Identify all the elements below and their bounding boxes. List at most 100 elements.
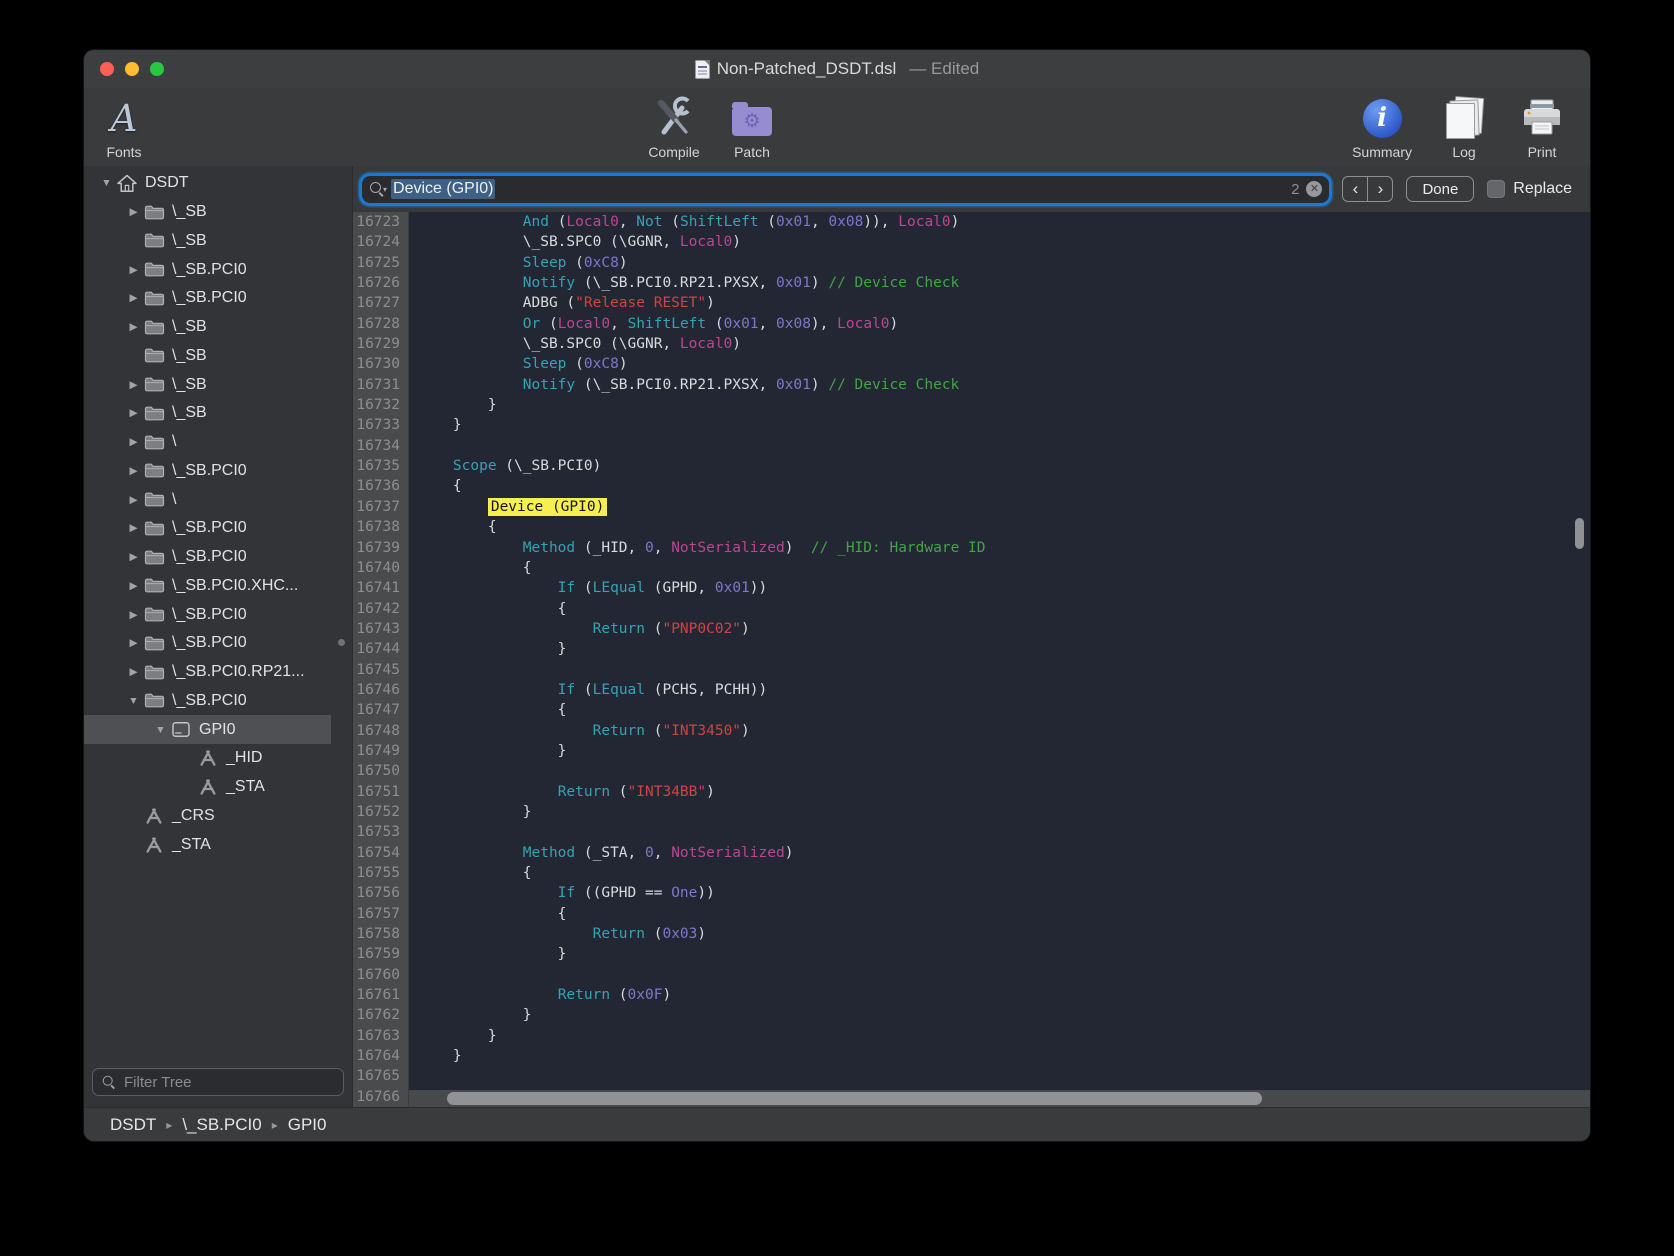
fonts-button[interactable]: A Fonts [98, 94, 150, 160]
split-divider-handle[interactable] [338, 639, 345, 646]
horizontal-scrollbar-thumb[interactable] [447, 1092, 1262, 1105]
disclosure-triangle-icon[interactable]: ▶ [124, 666, 143, 678]
close-window-button[interactable] [100, 62, 114, 76]
tree-item-gpi0[interactable]: ▼ GPI0 [84, 715, 331, 744]
breadcrumb-item[interactable]: \_SB.PCI0 [182, 1115, 261, 1135]
code-line: 16752 } [353, 802, 1590, 822]
code-line: 16746 If (LEqual (PCHS, PCHH)) [353, 680, 1590, 700]
line-number: 16746 [353, 680, 409, 700]
tree-item-crs[interactable]: _CRS [84, 802, 331, 831]
tree-item-sbpci0[interactable]: ▶ \_SB.PCI0 [84, 284, 331, 313]
tree-item-sb[interactable]: ▶ \_SB [84, 198, 331, 227]
code-line-text: } [409, 415, 462, 435]
title-bar[interactable]: Non-Patched_DSDT.dsl — Edited [84, 50, 1590, 88]
line-number: 16751 [353, 782, 409, 802]
tree-item-sb[interactable]: ▶ \_SB [84, 370, 331, 399]
disclosure-triangle-icon[interactable]: ▼ [151, 724, 170, 736]
code-line-text: { [409, 863, 532, 883]
horizontal-scrollbar-track[interactable] [409, 1090, 1590, 1107]
find-next-button[interactable]: › [1368, 177, 1392, 201]
summary-button[interactable]: i Summary [1352, 94, 1412, 160]
tree-item-sbpci0xhc[interactable]: ▶ \_SB.PCI0.XHC... [84, 572, 331, 601]
tree-item-sbpci0[interactable]: ▶ \_SB.PCI0 [84, 255, 331, 284]
code-line-text: Notify (\_SB.PCI0.RP21.PXSX, 0x01) // De… [409, 273, 959, 293]
code-line: 16745 [353, 660, 1590, 680]
code-line-text [409, 660, 418, 680]
replace-checkbox[interactable] [1487, 180, 1505, 198]
disclosure-triangle-icon[interactable]: ▶ [124, 292, 143, 304]
tree-item-sb[interactable]: ▶ \_SB [84, 313, 331, 342]
zoom-window-button[interactable] [150, 62, 164, 76]
print-button[interactable]: Print [1516, 94, 1568, 160]
folder-icon [143, 231, 165, 251]
line-number: 16739 [353, 538, 409, 558]
clear-search-button[interactable]: ✕ [1306, 181, 1322, 197]
breadcrumb-item[interactable]: GPI0 [288, 1115, 327, 1135]
patch-button[interactable]: ⚙ Patch [726, 94, 778, 160]
disclosure-triangle-icon[interactable]: ▶ [124, 551, 143, 563]
done-button[interactable]: Done [1406, 176, 1474, 202]
vertical-scrollbar-thumb[interactable] [1575, 518, 1584, 549]
document-proxy-icon[interactable] [695, 60, 710, 79]
breadcrumb-item[interactable]: DSDT [110, 1115, 156, 1135]
disclosure-triangle-icon[interactable]: ▶ [124, 637, 143, 649]
tree-item-sbpci0[interactable]: ▶ \_SB.PCI0 [84, 514, 331, 543]
line-number: 16761 [353, 985, 409, 1005]
line-number: 16747 [353, 700, 409, 720]
tree-item-sb[interactable]: \_SB [84, 227, 331, 256]
tree-item-label: \ [172, 491, 176, 509]
tree-item-sta[interactable]: _STA [84, 830, 331, 859]
tree-item-sta[interactable]: _STA [84, 773, 331, 802]
disclosure-triangle-icon[interactable]: ▶ [124, 321, 143, 333]
folder-icon [143, 662, 165, 682]
disclosure-triangle-icon[interactable]: ▶ [124, 580, 143, 592]
disclosure-triangle-icon[interactable]: ▶ [124, 522, 143, 534]
tree-item-[interactable]: ▶ \ [84, 485, 331, 514]
tree-item-label: \_SB [172, 232, 207, 250]
code-line-text: If (LEqual (GPHD, 0x01)) [409, 578, 767, 598]
disclosure-triangle-icon[interactable]: ▶ [124, 379, 143, 391]
search-magnifier-icon [369, 181, 386, 198]
line-number: 16740 [353, 558, 409, 578]
tree-item-sb[interactable]: \_SB [84, 342, 331, 371]
line-number: 16753 [353, 822, 409, 842]
tree-item-sbpci0[interactable]: ▼ \_SB.PCI0 [84, 687, 331, 716]
tree-item-sbpci0rp21[interactable]: ▶ \_SB.PCI0.RP21... [84, 658, 331, 687]
disclosure-triangle-icon[interactable]: ▶ [124, 494, 143, 506]
code-line: 16728 Or (Local0, ShiftLeft (0x01, 0x08)… [353, 314, 1590, 334]
disclosure-triangle-icon[interactable]: ▶ [124, 407, 143, 419]
patch-folder-icon: ⚙ [732, 107, 772, 136]
disclosure-triangle-icon[interactable]: ▶ [124, 436, 143, 448]
code-line-text: Return (0x03) [409, 924, 706, 944]
search-icon [102, 1074, 117, 1089]
tree-item-dsdt[interactable]: ▼ DSDT [84, 169, 331, 198]
disclosure-triangle-icon[interactable]: ▶ [124, 609, 143, 621]
log-button[interactable]: Log [1438, 94, 1490, 160]
code-editor[interactable]: 16723 And (Local0, Not (ShiftLeft (0x01,… [353, 212, 1590, 1107]
line-number: 16755 [353, 863, 409, 883]
disclosure-triangle-icon[interactable]: ▶ [124, 465, 143, 477]
search-input[interactable]: ▾ Device (GPI0) 2 ✕ [362, 176, 1329, 203]
tree-item-hid[interactable]: _HID [84, 744, 331, 773]
tree-item-label: \_SB.PCI0 [172, 289, 247, 307]
disclosure-triangle-icon[interactable]: ▶ [124, 264, 143, 276]
find-previous-button[interactable]: ‹ [1343, 177, 1368, 201]
minimize-window-button[interactable] [125, 62, 139, 76]
tree-item-sbpci0[interactable]: ▶ \_SB.PCI0 [84, 629, 331, 658]
disclosure-triangle-icon[interactable]: ▶ [124, 206, 143, 218]
code-line-text: Return (0x0F) [409, 985, 671, 1005]
compile-button[interactable]: Compile [648, 94, 700, 160]
disclosure-triangle-icon[interactable]: ▼ [97, 177, 116, 189]
tree-item-sbpci0[interactable]: ▶ \_SB.PCI0 [84, 457, 331, 486]
line-number: 16764 [353, 1046, 409, 1066]
tree-item-sbpci0[interactable]: ▶ \_SB.PCI0 [84, 543, 331, 572]
tree-item-[interactable]: ▶ \ [84, 428, 331, 457]
disclosure-triangle-icon[interactable]: ▼ [124, 695, 143, 707]
method-icon [197, 777, 219, 797]
code-line: 16753 [353, 822, 1590, 842]
code-line-text: Sleep (0xC8) [409, 354, 628, 374]
tree-item-sbpci0[interactable]: ▶ \_SB.PCI0 [84, 600, 331, 629]
tree-item-sb[interactable]: ▶ \_SB [84, 399, 331, 428]
filter-tree-input[interactable]: Filter Tree [92, 1068, 344, 1096]
code-line-text: } [409, 741, 566, 761]
